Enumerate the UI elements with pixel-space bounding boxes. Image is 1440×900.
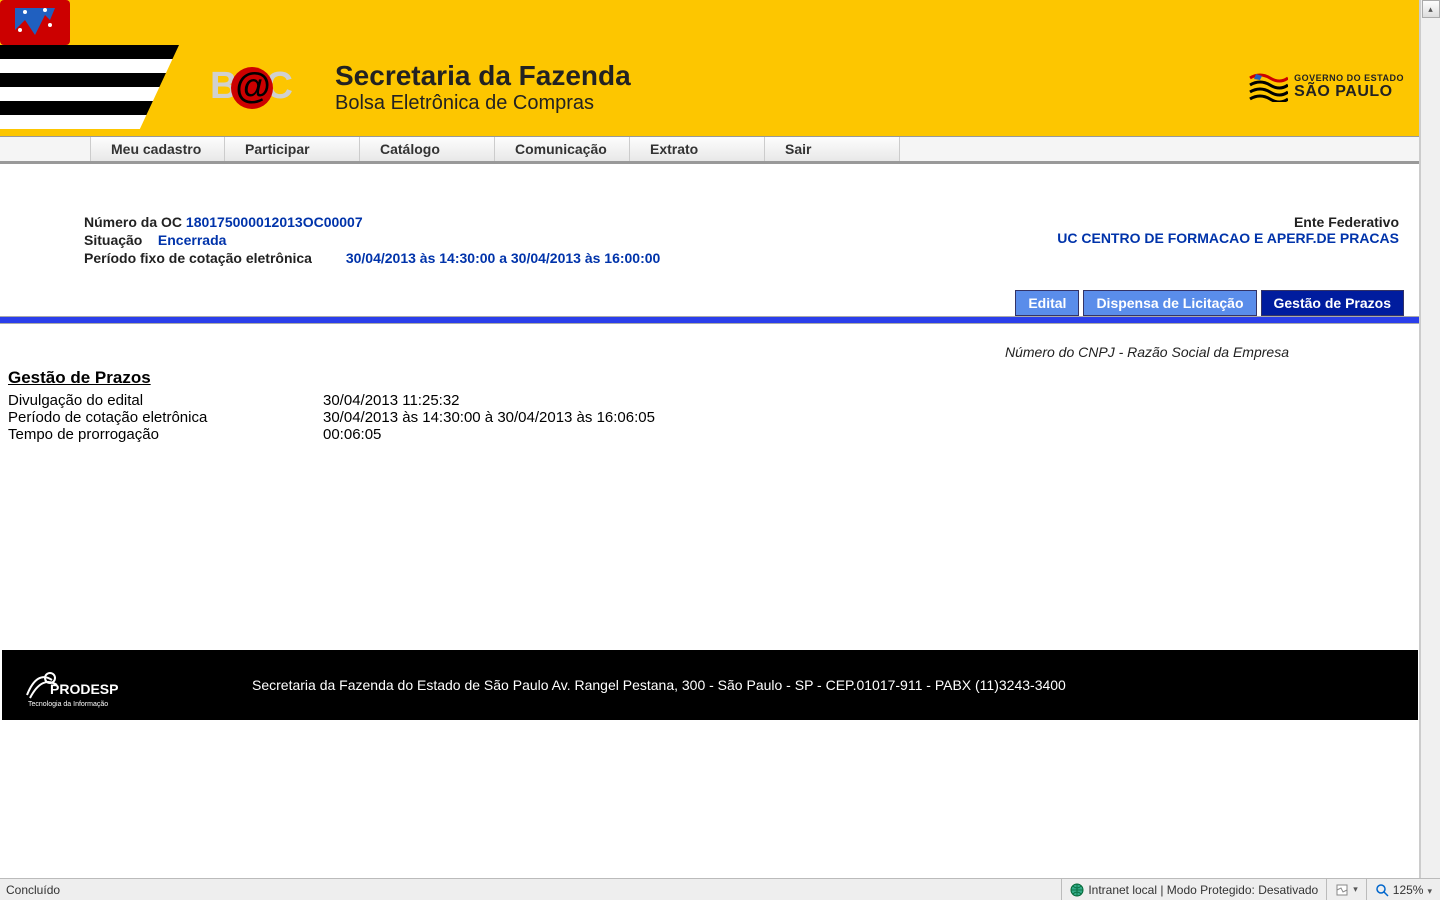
oc-number-value: 180175000012013OC00007: [186, 214, 363, 230]
situacao-value: Encerrada: [158, 232, 226, 248]
section-title: Gestão de Prazos: [8, 368, 1399, 388]
right-info: Ente Federativo UC CENTRO DE FORMACAO E …: [1057, 214, 1399, 246]
gov-top-text: GOVERNO DO ESTADO: [1294, 73, 1404, 83]
tabs-row: Edital Dispensa de Licitação Gestão de P…: [0, 290, 1419, 316]
menu-extrato[interactable]: Extrato: [630, 137, 765, 161]
blue-separator: [0, 316, 1419, 324]
scroll-up-arrow-icon[interactable]: ▴: [1422, 0, 1440, 18]
broken-page-icon: [1335, 883, 1349, 897]
periodo-value: 30/04/2013 às 14:30:00 a 30/04/2013 às 1…: [346, 250, 661, 266]
page-footer: PRODESP Tecnologia da Informação Secreta…: [2, 650, 1418, 720]
svg-text:PRODESP: PRODESP: [50, 681, 118, 697]
header-subtitle: Bolsa Eletrônica de Compras: [335, 92, 631, 115]
menu-participar[interactable]: Participar: [225, 137, 360, 161]
prodesp-logo-icon: PRODESP Tecnologia da Informação: [22, 660, 132, 710]
cnpj-line: Número do CNPJ - Razão Social da Empresa: [0, 324, 1419, 368]
row-divulgacao-value: 30/04/2013 11:25:32: [323, 392, 460, 409]
row-divulgacao: Divulgação do edital 30/04/2013 11:25:32: [8, 392, 1399, 409]
uc-value: CENTRO DE FORMACAO E APERF.DE PRACAS: [1081, 230, 1399, 246]
header-title: Secretaria da Fazenda: [335, 60, 631, 92]
row-divulgacao-label: Divulgação do edital: [8, 392, 323, 409]
svg-text:Tecnologia da Informação: Tecnologia da Informação: [28, 701, 108, 708]
ente-label: Ente Federativo: [1057, 214, 1399, 230]
menu-meu-cadastro[interactable]: Meu cadastro: [90, 137, 225, 161]
bec-logo: BC: [210, 65, 295, 109]
gestao-prazos-section: Gestão de Prazos Divulgação do edital 30…: [0, 368, 1419, 443]
browser-status-bar: Concluído Intranet local | Modo Protegid…: [0, 878, 1440, 900]
globe-icon: [1070, 883, 1084, 897]
oc-number-label: Número da OC: [84, 214, 182, 230]
gov-sp-logo: GOVERNO DO ESTADO SÃO PAULO: [1248, 72, 1404, 102]
at-icon: [231, 67, 273, 109]
uc-prefix: UC: [1057, 230, 1077, 246]
gov-bottom-text: SÃO PAULO: [1294, 83, 1404, 101]
header-titles: Secretaria da Fazenda Bolsa Eletrônica d…: [335, 60, 631, 115]
oc-info-block: Número da OC 180175000012013OC00007 Situ…: [0, 164, 1419, 278]
menu-catalogo[interactable]: Catálogo: [360, 137, 495, 161]
situacao-label: Situação: [84, 232, 142, 248]
status-compat[interactable]: ▾: [1326, 879, 1366, 900]
row-periodo-cotacao: Período de cotação eletrônica 30/04/2013…: [8, 409, 1399, 426]
main-menu: Meu cadastro Participar Catálogo Comunic…: [0, 136, 1419, 164]
sp-flag-icon: [0, 0, 200, 136]
periodo-label: Período fixo de cotação eletrônica: [84, 250, 312, 266]
vertical-scrollbar[interactable]: ▴: [1420, 0, 1440, 880]
row-prorrogacao-value: 00:06:05: [323, 426, 381, 443]
row-periodo-value: 30/04/2013 às 14:30:00 à 30/04/2013 às 1…: [323, 409, 655, 426]
status-zoom[interactable]: 125%: [1366, 879, 1440, 900]
footer-text: Secretaria da Fazenda do Estado de São P…: [252, 677, 1066, 693]
header-banner: BC Secretaria da Fazenda Bolsa Eletrônic…: [0, 0, 1419, 136]
row-periodo-label: Período de cotação eletrônica: [8, 409, 323, 426]
tab-dispensa[interactable]: Dispensa de Licitação: [1083, 290, 1256, 316]
status-text: Concluído: [0, 883, 1061, 897]
tab-edital[interactable]: Edital: [1015, 290, 1079, 316]
wave-icon: [1248, 72, 1288, 102]
row-prorrogacao-label: Tempo de prorrogação: [8, 426, 323, 443]
status-zone-text: Intranet local | Modo Protegido: Desativ…: [1088, 883, 1318, 897]
row-prorrogacao: Tempo de prorrogação 00:06:05: [8, 426, 1399, 443]
status-zone[interactable]: Intranet local | Modo Protegido: Desativ…: [1061, 879, 1326, 900]
zoom-value: 125%: [1393, 883, 1432, 897]
magnifier-icon: [1375, 883, 1389, 897]
menu-comunicacao[interactable]: Comunicação: [495, 137, 630, 161]
tab-gestao-prazos[interactable]: Gestão de Prazos: [1261, 290, 1405, 316]
menu-sair[interactable]: Sair: [765, 137, 900, 161]
